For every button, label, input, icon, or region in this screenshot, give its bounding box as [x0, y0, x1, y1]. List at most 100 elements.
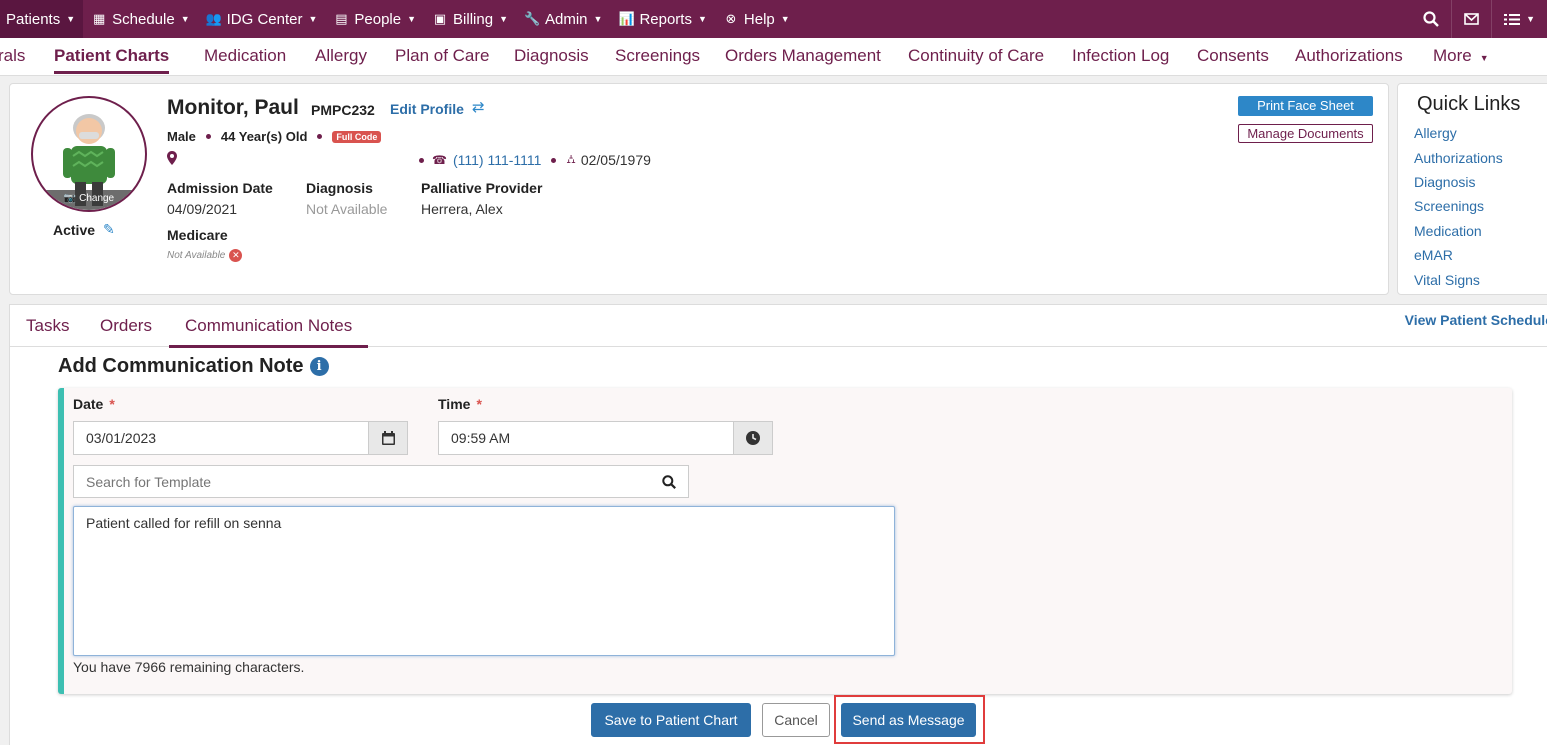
subnav-tab-referrals[interactable]: rals	[0, 38, 25, 76]
date-label: Date *	[73, 396, 115, 412]
swap-arrows-icon[interactable]: ⇄	[472, 98, 485, 116]
subnav-tab-consents[interactable]: Consents	[1197, 38, 1269, 76]
nav-help-label: Help	[743, 10, 775, 28]
quick-link-emar[interactable]: eMAR	[1414, 247, 1453, 263]
info-icon[interactable]: i	[309, 357, 329, 376]
patient-gender: Male	[167, 129, 196, 144]
bar-chart-icon: 📊	[618, 11, 635, 26]
help-icon: ⊗	[725, 11, 737, 26]
subnav-tab-medication[interactable]: Medication	[204, 38, 286, 76]
separator-dot	[205, 134, 211, 139]
map-pin-icon	[167, 151, 177, 168]
subnav-tab-more[interactable]: More ▼	[1433, 38, 1489, 76]
caret-down-icon: ▼	[308, 14, 318, 24]
quick-link-screenings[interactable]: Screenings	[1414, 198, 1484, 214]
date-input[interactable]	[73, 421, 368, 455]
chart-subnav: rals Patient Charts Medication Allergy P…	[0, 38, 1547, 76]
quick-link-authorizations[interactable]: Authorizations	[1414, 150, 1503, 166]
save-to-patient-chart-button[interactable]: Save to Patient Chart	[591, 703, 751, 737]
subnav-tab-infection-log[interactable]: Infection Log	[1072, 38, 1169, 76]
nav-patients[interactable]: Patients ▼	[0, 0, 84, 38]
required-asterisk: *	[109, 396, 115, 412]
template-search-input[interactable]	[73, 465, 649, 498]
edit-profile-link[interactable]: Edit Profile	[390, 101, 464, 117]
nav-schedule-label: Schedule	[112, 10, 175, 28]
list-menu-icon[interactable]: ▼	[1491, 0, 1547, 38]
quick-link-vital-signs[interactable]: Vital Signs	[1414, 272, 1480, 288]
patient-dob: 02/05/1979	[580, 152, 651, 168]
send-as-message-button[interactable]: Send as Message	[841, 703, 976, 737]
nav-admin[interactable]: 🔧 Admin ▼	[516, 0, 610, 38]
subnav-tab-plan-of-care[interactable]: Plan of Care	[395, 38, 490, 76]
patient-avatar[interactable]: 📷 Change	[31, 96, 147, 212]
clock-icon[interactable]	[733, 421, 773, 455]
contact-row: ☎ (111) 111-1111 ⛼ 02/05/1979	[419, 152, 651, 168]
quick-link-medication[interactable]: Medication	[1414, 223, 1482, 239]
id-card-icon: ▤	[335, 11, 348, 26]
caret-down-icon: ▼	[593, 14, 603, 24]
subnav-tab-continuity-of-care[interactable]: Continuity of Care	[908, 38, 1044, 76]
tab-tasks[interactable]: Tasks	[26, 305, 69, 347]
manage-documents-button[interactable]: Manage Documents	[1238, 124, 1373, 143]
time-input-group	[438, 421, 773, 455]
search-icon[interactable]	[649, 465, 689, 498]
wrench-icon: 🔧	[523, 11, 541, 26]
content-tabs: Tasks Orders Communication Notes View Pa…	[10, 305, 1547, 348]
caret-down-icon: ▼	[697, 14, 707, 24]
avatar-change-button[interactable]: 📷 Change	[33, 190, 145, 210]
more-label: More	[1433, 46, 1472, 65]
nav-people-label: People	[354, 10, 402, 28]
tab-communication-notes[interactable]: Communication Notes	[168, 305, 369, 348]
quick-link-diagnosis[interactable]: Diagnosis	[1414, 174, 1475, 190]
add-note-heading: Add Communication Note i	[58, 355, 329, 378]
add-note-title: Add Communication Note	[58, 355, 304, 377]
caret-down-icon: ▼	[499, 14, 508, 24]
subnav-tab-diagnosis[interactable]: Diagnosis	[514, 38, 589, 76]
birthday-cake-icon: ⛼	[566, 152, 576, 166]
camera-icon: 📷	[63, 193, 77, 204]
date-label-text: Date	[73, 396, 104, 412]
subnav-tab-authorizations[interactable]: Authorizations	[1295, 38, 1403, 76]
caret-down-icon: ▼	[1526, 14, 1535, 24]
nav-billing[interactable]: ▣ Billing ▼	[424, 0, 516, 38]
quick-link-allergy[interactable]: Allergy	[1414, 125, 1457, 141]
print-face-sheet-button[interactable]: Print Face Sheet	[1238, 96, 1373, 116]
template-search-group	[73, 465, 689, 498]
medicare-label: Medicare	[167, 227, 228, 243]
patient-phone[interactable]: (111) 111-1111	[453, 152, 541, 168]
medicare-value-text: Not Available	[167, 250, 226, 261]
calendar-icon[interactable]	[368, 421, 408, 455]
code-status-badge: Full Code	[332, 130, 382, 143]
tab-orders[interactable]: Orders	[100, 305, 152, 347]
edit-status-icon[interactable]: ✎	[103, 221, 115, 238]
avatar-change-label: Change	[79, 193, 115, 204]
time-label: Time *	[438, 396, 482, 412]
users-icon: 👥	[205, 11, 222, 26]
nav-schedule[interactable]: ▦ Schedule ▼	[83, 0, 197, 38]
diagnosis-label: Diagnosis	[306, 180, 373, 196]
patient-header-card: 📷 Change Active ✎ Monitor, Paul PMPC232 …	[9, 83, 1389, 295]
top-navbar: Patients ▼ ▦ Schedule ▼ 👥 IDG Center ▼ ▤ Peopl…	[0, 0, 1547, 38]
mail-icon[interactable]	[1451, 0, 1491, 38]
admission-date-value: 04/09/2021	[167, 201, 238, 217]
nav-reports[interactable]: 📊 Reports ▼	[610, 0, 714, 38]
time-input[interactable]	[438, 421, 733, 455]
subnav-tab-allergy[interactable]: Allergy	[315, 38, 367, 76]
separator-dot	[419, 157, 424, 163]
patient-code: PMPC232	[311, 102, 375, 118]
nav-idg-center[interactable]: 👥 IDG Center ▼	[198, 0, 326, 38]
top-right-actions: ▼	[1411, 0, 1547, 38]
cancel-button[interactable]: Cancel	[762, 703, 830, 737]
nav-people[interactable]: ▤ People ▼	[325, 0, 424, 38]
patient-demographics: Male 44 Year(s) Old Full Code	[167, 129, 382, 144]
main-panel: Tasks Orders Communication Notes View Pa…	[9, 304, 1547, 745]
view-patient-schedule-link[interactable]: View Patient Schedule	[1405, 312, 1547, 328]
subnav-tab-screenings[interactable]: Screenings	[615, 38, 700, 76]
search-icon[interactable]	[1411, 0, 1451, 38]
subnav-tab-orders-management[interactable]: Orders Management	[725, 38, 881, 76]
quick-links-title: Quick Links	[1417, 93, 1521, 115]
subnav-tab-patient-charts[interactable]: Patient Charts	[54, 38, 170, 76]
nav-billing-label: Billing	[453, 10, 494, 28]
nav-help[interactable]: ⊗ Help ▼	[715, 0, 798, 38]
note-textarea[interactable]: Patient called for refill on senna	[73, 506, 895, 656]
